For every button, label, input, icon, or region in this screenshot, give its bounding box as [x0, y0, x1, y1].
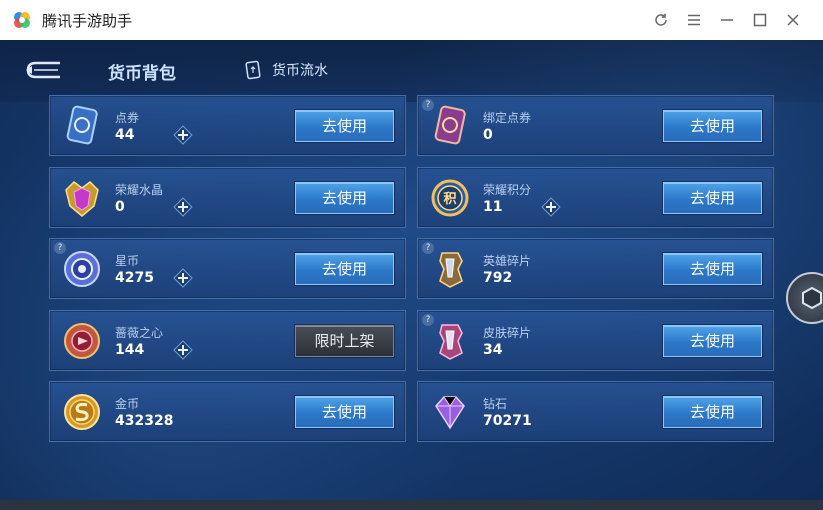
currency-card-hero-fragment: ? 英雄碎片 792 去使用	[417, 238, 774, 299]
currency-value: 4275	[115, 270, 154, 286]
star-coin-icon	[64, 251, 100, 287]
limited-time-button[interactable]: 限时上架	[295, 325, 394, 357]
use-gold-coin-button[interactable]: 去使用	[295, 396, 394, 428]
currency-value: 44	[115, 127, 135, 143]
currency-name: 英雄碎片	[483, 254, 532, 268]
currency-value: 11	[483, 199, 503, 215]
game-screen: 货币背包 货币流水 点券 44 去使用 荣耀水晶 0 去使用 ? 星币 4275…	[0, 40, 823, 510]
currency-value: 34	[483, 342, 503, 358]
maximize-icon[interactable]	[751, 11, 769, 29]
currency-name: 荣耀积分	[483, 183, 532, 197]
currency-value: 0	[483, 127, 493, 143]
currency-card-glory-crystal: 荣耀水晶 0 去使用	[49, 167, 406, 228]
currency-name: 皮肤碎片	[483, 326, 532, 340]
refresh-icon[interactable]	[652, 11, 670, 29]
use-hero-fragment-button[interactable]: 去使用	[663, 253, 762, 285]
app-title: 腾讯手游助手	[42, 12, 133, 30]
currency-value: 432328	[115, 413, 174, 429]
currency-name: 荣耀水晶	[115, 183, 164, 197]
currency-name: 点券	[115, 111, 140, 125]
currency-value: 144	[115, 342, 145, 358]
menu-icon[interactable]	[685, 11, 703, 29]
tab-currency-flow-label: 货币流水	[272, 63, 328, 79]
currency-value: 70271	[483, 413, 532, 429]
add-glory-crystal-button[interactable]	[173, 197, 193, 217]
use-skin-fragment-button[interactable]: 去使用	[663, 325, 762, 357]
use-coupon-button[interactable]: 去使用	[295, 110, 394, 142]
currency-name: 钻石	[483, 397, 508, 411]
add-coupon-button[interactable]	[173, 125, 193, 145]
gold-coin-icon	[64, 394, 100, 430]
back-arrow-icon[interactable]	[22, 58, 64, 82]
use-diamond-button[interactable]: 去使用	[663, 396, 762, 428]
rose-heart-icon	[64, 323, 100, 359]
svg-text:积: 积	[443, 191, 456, 207]
currency-name: 绑定点券	[483, 111, 532, 125]
currency-name: 蔷薇之心	[115, 326, 164, 340]
currency-value: 0	[115, 199, 125, 215]
use-star-coin-button[interactable]: 去使用	[295, 253, 394, 285]
currency-card-coupon: 点券 44 去使用	[49, 95, 406, 156]
use-glory-points-button[interactable]: 去使用	[663, 182, 762, 214]
tab-currency-flow[interactable]: 货币流水	[244, 59, 328, 81]
hexagon-icon	[802, 286, 822, 310]
currency-value: 792	[483, 270, 513, 286]
currency-card-skin-fragment: ? 皮肤碎片 34 去使用	[417, 310, 774, 371]
bound-coupon-card-icon	[434, 105, 466, 145]
tab-currency-bag[interactable]: 货币背包	[108, 59, 176, 84]
currency-card-gold-coin: 金币 432328 去使用	[49, 381, 406, 442]
currency-name: 星币	[115, 254, 140, 268]
app-logo-icon	[14, 12, 30, 28]
add-glory-points-button[interactable]	[541, 197, 561, 217]
currency-card-diamond: 钻石 70271 去使用	[417, 381, 774, 442]
currency-name: 金币	[115, 397, 140, 411]
window-titlebar: 腾讯手游助手	[0, 0, 823, 40]
glory-points-icon: 积	[431, 179, 469, 217]
currency-card-rose-heart: 蔷薇之心 144 限时上架	[49, 310, 406, 371]
currency-card-bound-coupon: ? 绑定点券 0 去使用	[417, 95, 774, 156]
minimize-icon[interactable]	[718, 11, 736, 29]
add-star-coin-button[interactable]	[173, 268, 193, 288]
skin-fragment-icon	[439, 324, 463, 360]
use-glory-crystal-button[interactable]: 去使用	[295, 182, 394, 214]
coupon-card-icon	[66, 105, 98, 145]
use-bound-coupon-button[interactable]: 去使用	[663, 110, 762, 142]
add-rose-heart-button[interactable]	[173, 340, 193, 360]
card-icon	[245, 60, 261, 80]
diamond-icon	[435, 396, 465, 430]
currency-card-star-coin: ? 星币 4275 去使用	[49, 238, 406, 299]
close-icon[interactable]	[784, 11, 802, 29]
floating-assistant-button[interactable]	[786, 272, 823, 324]
glory-crystal-icon	[65, 181, 99, 217]
hero-fragment-icon	[439, 252, 463, 288]
currency-card-glory-points: 积 荣耀积分 11 去使用	[417, 167, 774, 228]
